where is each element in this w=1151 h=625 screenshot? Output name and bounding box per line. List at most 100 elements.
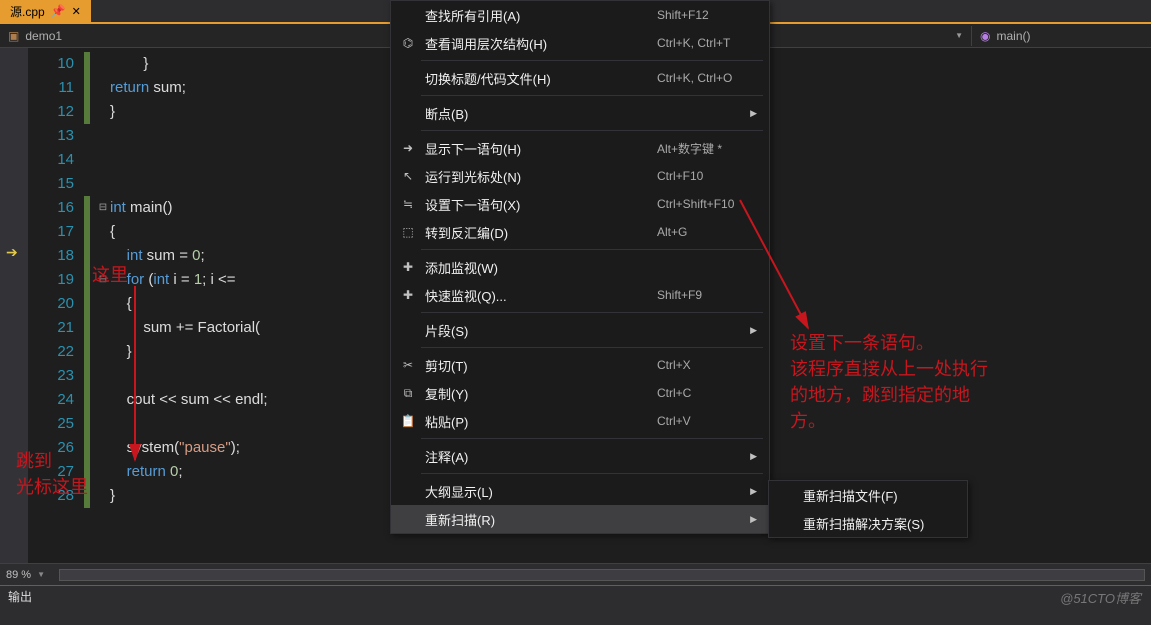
menu-separator xyxy=(421,438,763,439)
menu-separator xyxy=(421,473,763,474)
line-number: 17 xyxy=(28,220,74,244)
code-line[interactable]: } xyxy=(84,340,268,364)
menu-separator xyxy=(421,130,763,131)
pin-icon[interactable]: 📌 xyxy=(51,4,66,18)
code-line[interactable]: ⊟int main() xyxy=(84,196,268,220)
menu-item[interactable]: ↖运行到光标处(N)Ctrl+F10 xyxy=(391,162,769,190)
code-content[interactable]: }return sum;}⊟int main(){ int sum = 0;⊟ … xyxy=(84,48,268,583)
code-line[interactable]: int sum = 0; xyxy=(84,244,268,268)
line-number: 12 xyxy=(28,100,74,124)
code-line[interactable]: sum += Factorial( xyxy=(84,316,268,340)
line-number: 22 xyxy=(28,340,74,364)
menu-item[interactable]: ≒设置下一语句(X)Ctrl+Shift+F10 xyxy=(391,190,769,218)
chevron-right-icon: ▶ xyxy=(750,514,757,525)
menu-item-label: 剪切(T) xyxy=(419,356,657,375)
menu-item[interactable]: 大纲显示(L)▶ xyxy=(391,477,769,505)
line-number: 24 xyxy=(28,388,74,412)
menu-item-icon: ➜ xyxy=(397,141,419,155)
code-line[interactable]: } xyxy=(84,52,268,76)
menu-item-icon: ⬚ xyxy=(397,225,419,239)
menu-item-shortcut: Ctrl+F10 xyxy=(657,169,757,183)
submenu-item[interactable]: 重新扫描解决方案(S) xyxy=(769,509,967,537)
file-tab-source[interactable]: 源.cpp 📌 ✕ xyxy=(0,0,91,22)
code-line[interactable]: return sum; xyxy=(84,76,268,100)
menu-item-shortcut: Ctrl+C xyxy=(657,386,757,400)
menu-item[interactable]: ✂剪切(T)Ctrl+X xyxy=(391,351,769,379)
menu-item-icon: 📋 xyxy=(397,414,419,428)
line-number: 21 xyxy=(28,316,74,340)
execution-pointer-icon: ➔ xyxy=(6,244,18,261)
chevron-down-icon[interactable]: ▼ xyxy=(37,570,45,579)
menu-item-label: 断点(B) xyxy=(419,104,742,123)
code-line[interactable]: ⊟ for (int i = 1; i <= xyxy=(84,268,268,292)
line-number: 28 xyxy=(28,484,74,508)
line-number: 14 xyxy=(28,148,74,172)
menu-item-shortcut: Shift+F12 xyxy=(657,8,757,22)
menu-item[interactable]: ⧉复制(Y)Ctrl+C xyxy=(391,379,769,407)
code-line[interactable]: system("pause"); xyxy=(84,436,268,460)
code-line[interactable] xyxy=(84,364,268,388)
code-line[interactable]: { xyxy=(84,292,268,316)
menu-item-label: 运行到光标处(N) xyxy=(419,167,657,186)
menu-item[interactable]: 注释(A)▶ xyxy=(391,442,769,470)
menu-item-label: 大纲显示(L) xyxy=(419,482,742,501)
output-label: 输出 xyxy=(8,590,32,604)
menu-item-icon: ✚ xyxy=(397,260,419,274)
menu-item-label: 转到反汇编(D) xyxy=(419,223,657,242)
horizontal-scrollbar[interactable] xyxy=(59,569,1145,581)
menu-item-shortcut: Ctrl+K, Ctrl+O xyxy=(657,71,757,85)
menu-separator xyxy=(421,60,763,61)
tab-title: 源.cpp xyxy=(10,3,45,20)
menu-item-icon: ✂ xyxy=(397,358,419,372)
line-number-gutter: 10111213141516171819202122232425262728 xyxy=(28,48,84,583)
menu-item[interactable]: ✚快速监视(Q)...Shift+F9 xyxy=(391,281,769,309)
menu-item[interactable]: 切换标题/代码文件(H)Ctrl+K, Ctrl+O xyxy=(391,64,769,92)
code-line[interactable]: } xyxy=(84,100,268,124)
menu-item-icon: ≒ xyxy=(397,197,419,211)
function-dropdown[interactable]: ◉ main() xyxy=(971,26,1151,46)
chevron-down-icon: ▼ xyxy=(955,31,963,40)
menu-item[interactable]: 📋粘贴(P)Ctrl+V xyxy=(391,407,769,435)
menu-item[interactable]: ✚添加监视(W) xyxy=(391,253,769,281)
code-line[interactable]: cout << sum << endl; xyxy=(84,388,268,412)
zoom-bar: 89 % ▼ xyxy=(0,563,1151,585)
menu-item-label: 切换标题/代码文件(H) xyxy=(419,69,657,88)
menu-item-label: 查看调用层次结构(H) xyxy=(419,34,657,53)
submenu-item[interactable]: 重新扫描文件(F) xyxy=(769,481,967,509)
line-number: 26 xyxy=(28,436,74,460)
output-panel-header[interactable]: 输出 xyxy=(0,585,1151,607)
menu-item-label: 片段(S) xyxy=(419,321,742,340)
menu-item[interactable]: ➜显示下一语句(H)Alt+数字键 * xyxy=(391,134,769,162)
menu-item-icon: ⧉ xyxy=(397,386,419,401)
menu-item[interactable]: ⌬查看调用层次结构(H)Ctrl+K, Ctrl+T xyxy=(391,29,769,57)
code-line[interactable]: } xyxy=(84,484,268,508)
breakpoint-gutter[interactable]: ➔ xyxy=(0,48,28,583)
context-menu: 查找所有引用(A)Shift+F12⌬查看调用层次结构(H)Ctrl+K, Ct… xyxy=(390,0,770,534)
menu-item[interactable]: 断点(B)▶ xyxy=(391,99,769,127)
menu-item-shortcut: Shift+F9 xyxy=(657,288,757,302)
menu-item-shortcut: Ctrl+Shift+F10 xyxy=(657,197,757,211)
menu-item[interactable]: 重新扫描(R) ▶ xyxy=(391,505,769,533)
menu-item-icon: ↖ xyxy=(397,169,419,183)
menu-item[interactable]: ⬚转到反汇编(D)Alt+G xyxy=(391,218,769,246)
code-line[interactable]: return 0; xyxy=(84,460,268,484)
menu-item-label: 添加监视(W) xyxy=(419,258,757,277)
code-line[interactable] xyxy=(84,148,268,172)
menu-item-label: 重新扫描(R) xyxy=(419,510,742,529)
code-line[interactable] xyxy=(84,124,268,148)
menu-item[interactable]: 片段(S) ▶ xyxy=(391,316,769,344)
project-icon: ▣ xyxy=(8,29,19,43)
zoom-value[interactable]: 89 % xyxy=(6,569,31,581)
menu-item-label: 复制(Y) xyxy=(419,384,657,403)
chevron-right-icon: ▶ xyxy=(750,325,757,336)
menu-separator xyxy=(421,95,763,96)
menu-item-shortcut: Alt+G xyxy=(657,225,757,239)
code-line[interactable] xyxy=(84,172,268,196)
menu-item-label: 查找所有引用(A) xyxy=(419,6,657,25)
menu-item-label: 粘贴(P) xyxy=(419,412,657,431)
watermark: @51CTO博客 xyxy=(1060,588,1141,607)
close-icon[interactable]: ✕ xyxy=(72,5,81,18)
code-line[interactable]: { xyxy=(84,220,268,244)
code-line[interactable] xyxy=(84,412,268,436)
menu-item[interactable]: 查找所有引用(A)Shift+F12 xyxy=(391,1,769,29)
